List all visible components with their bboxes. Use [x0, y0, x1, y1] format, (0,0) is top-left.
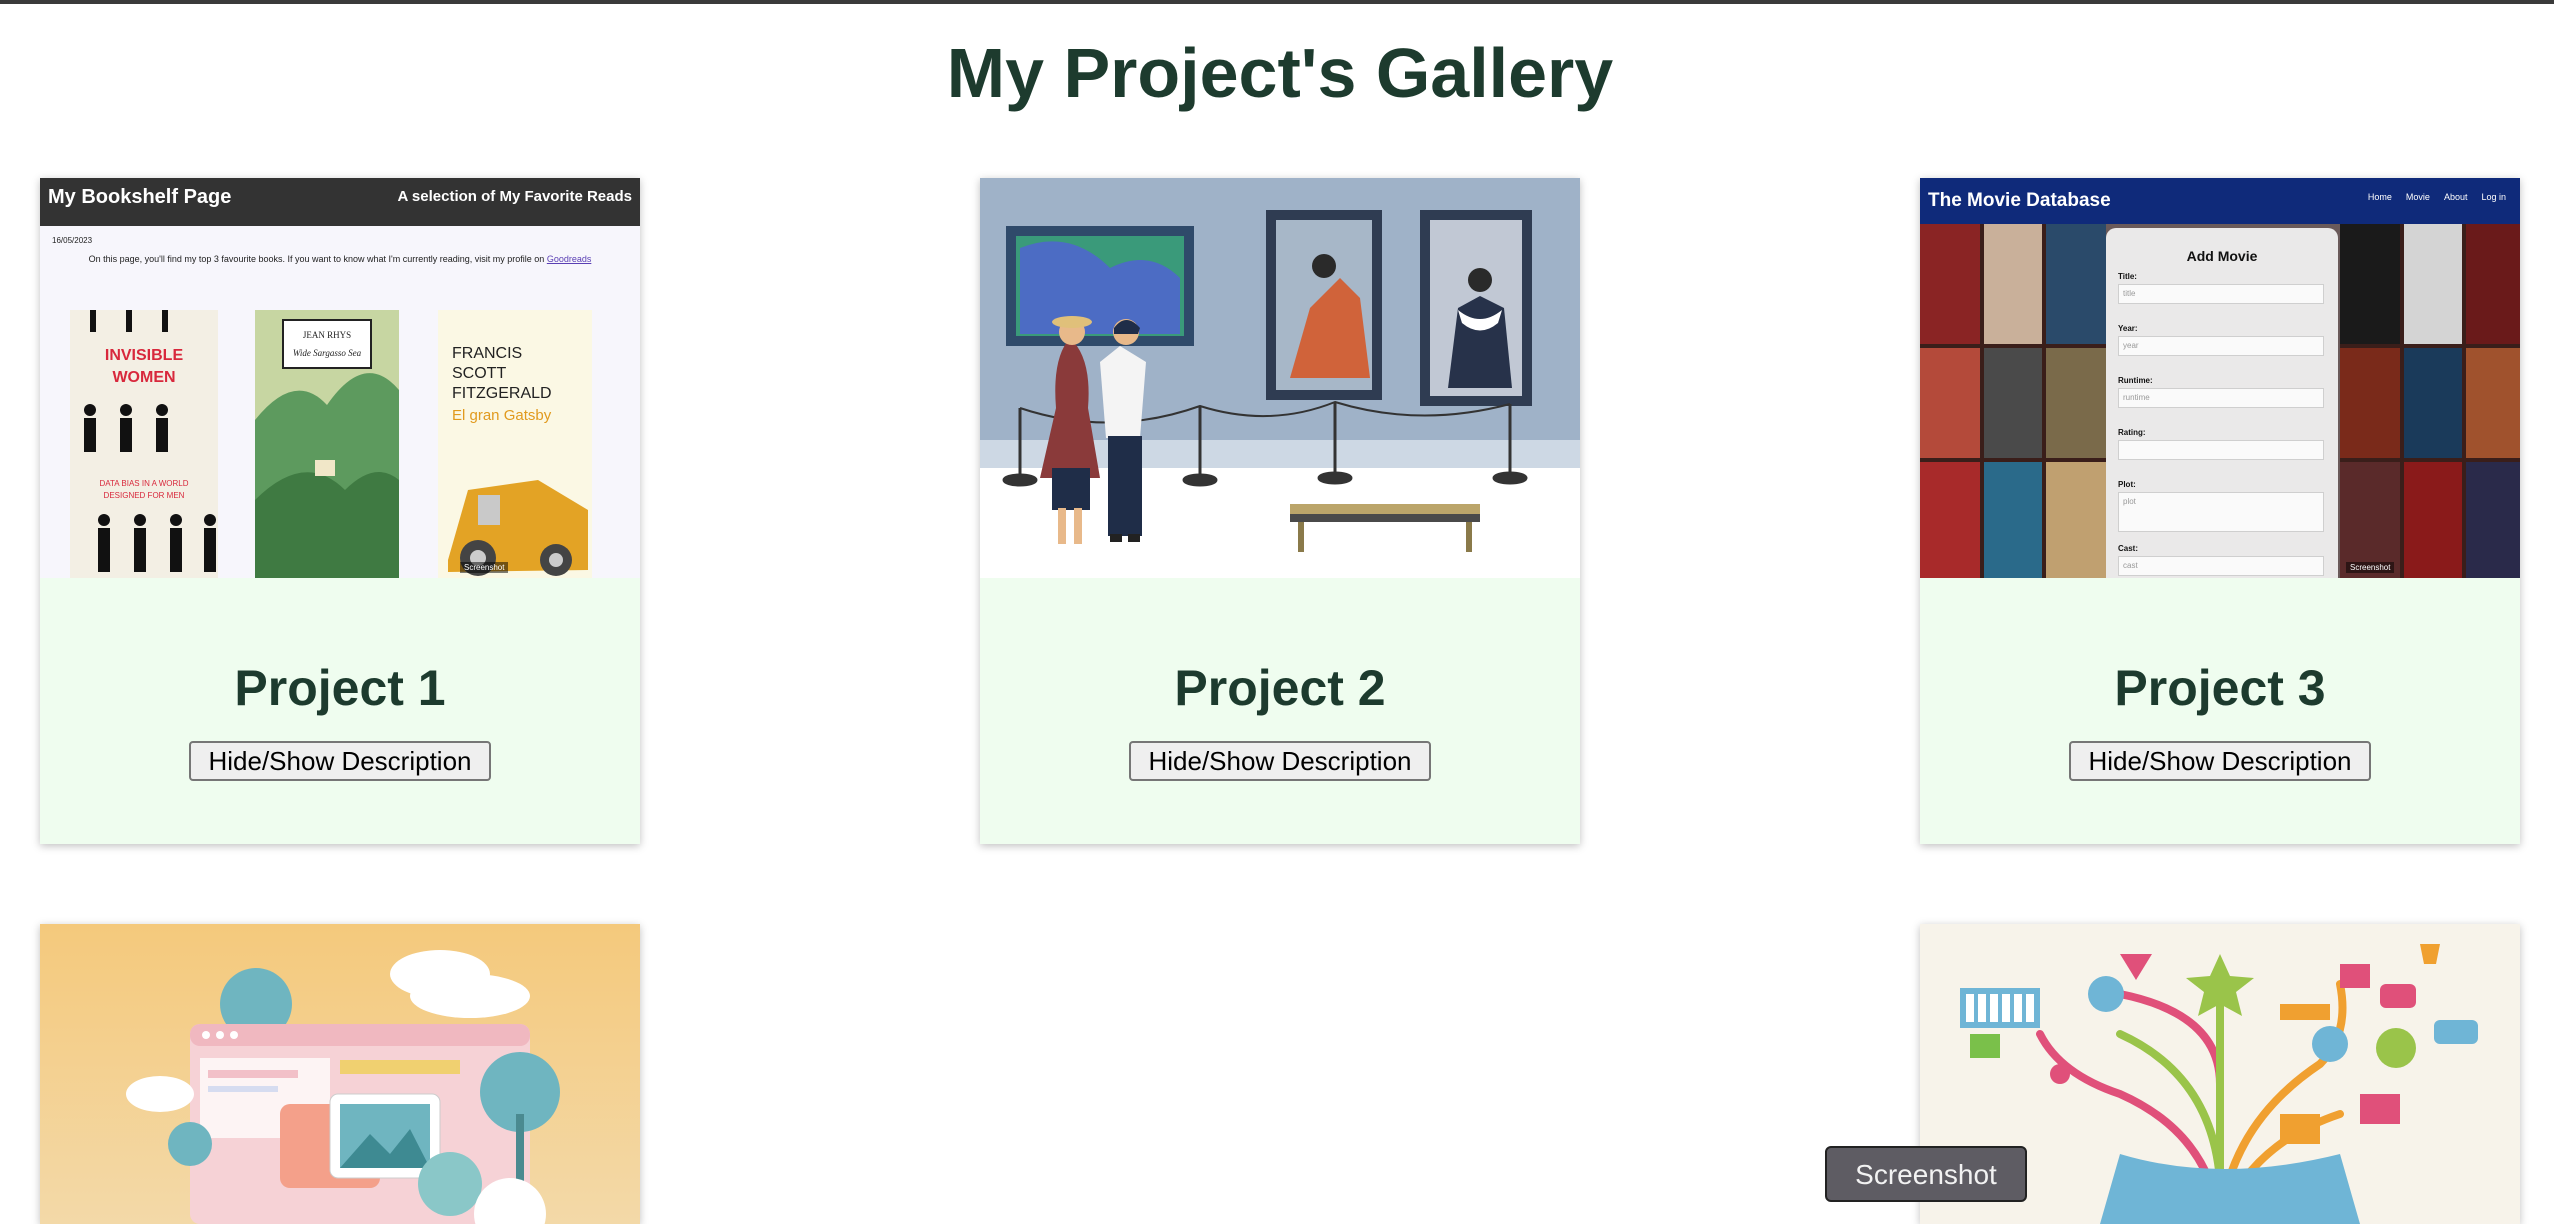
gallery-illustration [980, 178, 1580, 578]
bookshelf-header: My Bookshelf Page A selection of My Favo… [40, 178, 640, 226]
project-1-title: Project 1 [234, 660, 446, 716]
svg-text:DESIGNED FOR MEN: DESIGNED FOR MEN [104, 491, 185, 500]
svg-text:El gran Gatsby: El gran Gatsby [452, 407, 552, 424]
project-1-thumbnail[interactable]: My Bookshelf Page A selection of My Favo… [40, 178, 640, 578]
project-3-thumbnail[interactable]: The Movie Database Home Movie About Log in … [1920, 178, 2520, 578]
project-3-toggle-description-button[interactable]: Hide/Show Description [2069, 741, 2371, 781]
svg-text:JEAN RHYS: JEAN RHYS [303, 330, 351, 340]
nav-about[interactable]: About [2444, 192, 2468, 202]
svg-text:INVISIBLE: INVISIBLE [105, 347, 184, 364]
project-3-title: Project 3 [2114, 660, 2326, 716]
add-movie-title: Add Movie [2186, 248, 2258, 264]
svg-text:WOMEN: WOMEN [112, 369, 175, 386]
svg-text:SCOTT: SCOTT [452, 365, 506, 382]
nav-movie[interactable]: Movie [2406, 192, 2430, 202]
project-card-4 [40, 924, 640, 1224]
project-2-title: Project 2 [1174, 660, 1386, 716]
movie-db-header: The Movie Database Home Movie About Log in [1920, 178, 2520, 224]
bookshelf-body: 16/05/2023 On this page, you'll find my … [40, 226, 640, 578]
svg-text:Wide Sargasso Sea: Wide Sargasso Sea [293, 348, 362, 358]
bookshelf-subtitle: A selection of My Favorite Reads [397, 188, 632, 205]
screenshot-tag: Screenshot [2346, 562, 2395, 573]
goodreads-link[interactable]: Goodreads [547, 254, 592, 264]
year-input[interactable]: year [2118, 336, 2324, 356]
nav-login[interactable]: Log in [2481, 192, 2506, 202]
runtime-input[interactable]: runtime [2118, 388, 2324, 408]
movie-db-title: The Movie Database [1928, 190, 2111, 211]
plot-input[interactable]: plot [2118, 492, 2324, 532]
bookshelf-title: My Bookshelf Page [48, 186, 232, 208]
add-movie-form: Add Movie Title: title Year: year Runtim… [2106, 228, 2338, 578]
rating-input[interactable] [2118, 440, 2324, 460]
screenshot-tag: Screenshot [460, 562, 509, 573]
bookshelf-date: 16/05/2023 [52, 236, 93, 245]
project-card-1: My Bookshelf Page A selection of My Favo… [40, 178, 640, 844]
book-cover-1: INVISIBLE WOMEN DATA BIAS IN A WORLD DES… [70, 310, 218, 578]
project-2-thumbnail[interactable] [980, 178, 1580, 578]
nav-home[interactable]: Home [2368, 192, 2392, 202]
book-cover-2: JEAN RHYS Wide Sargasso Sea [255, 310, 399, 578]
project-card-3: The Movie Database Home Movie About Log in … [1920, 178, 2520, 844]
book-cover-3: FRANCIS SCOTT FITZGERALD El gran Gatsby [438, 310, 592, 578]
project-4-thumbnail[interactable] [40, 924, 640, 1224]
project-card-2: Project 2 Hide/Show Description [980, 178, 1580, 844]
cast-input[interactable]: cast [2118, 556, 2324, 576]
svg-text:DATA BIAS IN A WORLD: DATA BIAS IN A WORLD [99, 479, 188, 488]
field-label: Title: [2118, 272, 2137, 281]
top-border [0, 0, 2554, 4]
field-label: Runtime: [2118, 376, 2153, 385]
project-1-toggle-description-button[interactable]: Hide/Show Description [189, 741, 491, 781]
title-input[interactable]: title [2118, 284, 2324, 304]
field-label: Rating: [2118, 428, 2146, 437]
field-label: Plot: [2118, 480, 2136, 489]
svg-text:FITZGERALD: FITZGERALD [452, 385, 552, 402]
web-design-illustration [40, 924, 640, 1224]
screenshot-button[interactable]: Screenshot [1825, 1146, 2027, 1202]
field-label: Year: [2118, 324, 2138, 333]
bookshelf-intro: On this page, you'll find my top 3 favou… [88, 254, 592, 264]
project-2-toggle-description-button[interactable]: Hide/Show Description [1129, 741, 1431, 781]
page-title: My Project's Gallery [946, 34, 1614, 112]
field-label: Cast: [2118, 544, 2139, 553]
movie-db-nav: Home Movie About Log in [2354, 192, 2506, 202]
svg-text:FRANCIS: FRANCIS [452, 345, 522, 362]
